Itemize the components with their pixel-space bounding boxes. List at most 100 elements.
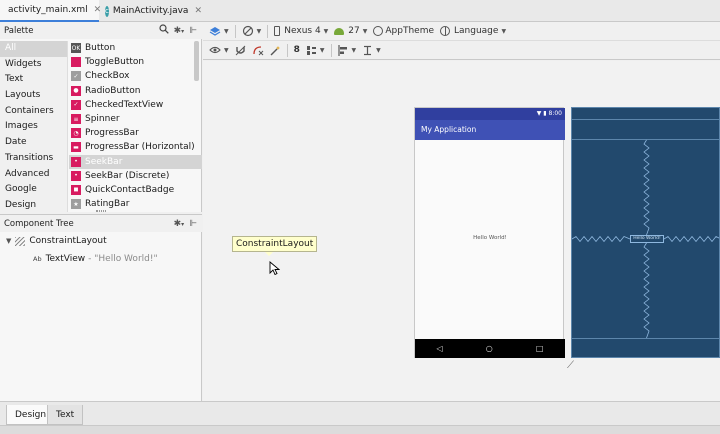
tooltip: ConstraintLayout xyxy=(232,236,318,252)
checkbox-icon: ✓ xyxy=(71,71,81,82)
design-canvas[interactable]: ConstraintLayout ▼ ▮ 8:00 My Application… xyxy=(203,61,720,401)
category-images[interactable]: Images xyxy=(0,119,67,135)
palette-item[interactable]: ▬ ProgressBar (Horizontal) xyxy=(69,140,202,154)
text-baseline-icon xyxy=(364,45,372,55)
infer-constraints-button[interactable] xyxy=(270,45,281,56)
palette-item[interactable]: ● RadioButton xyxy=(69,84,202,98)
android-icon xyxy=(334,27,345,35)
theme-label: AppTheme xyxy=(385,26,435,36)
progress-bar-icon: ◔ xyxy=(71,128,81,139)
palette-item[interactable]: ToggleButton xyxy=(69,55,202,69)
editor-tab-bar: activity_main.xml ✕ c MainActivity.java … xyxy=(0,0,720,22)
palette-item[interactable]: ◔ ProgressBar xyxy=(69,126,202,140)
magnet-off-icon xyxy=(235,45,245,55)
tooltip-arrow xyxy=(265,252,273,256)
align-button[interactable]: ▼ xyxy=(337,44,356,56)
category-text[interactable]: Text xyxy=(0,72,67,88)
design-toolbar: ▼ ▼ Nexus 4 ▼ 27 ▼ AppTheme Language ▼ xyxy=(203,22,720,41)
device-selector[interactable]: Nexus 4 ▼ xyxy=(274,26,328,36)
component-tree-panel: Component Tree ✱▾ ⊩ ▼ ConstraintLayout A… xyxy=(0,214,202,401)
palette-item[interactable]: ◼ QuickContactBadge xyxy=(69,183,202,197)
guidelines-button[interactable]: ▼ xyxy=(362,45,381,56)
view-options-button[interactable]: ▼ xyxy=(209,46,229,54)
theme-selector[interactable]: AppTheme xyxy=(373,26,434,36)
category-containers[interactable]: Containers xyxy=(0,104,67,120)
palette-title: Palette xyxy=(4,25,34,36)
tree-item-detail: - "Hello World!" xyxy=(88,254,158,264)
pack-icon xyxy=(306,45,316,55)
seekbar-icon: • xyxy=(71,156,81,167)
palette-item-label: QuickContactBadge xyxy=(85,184,175,195)
tab-main-activity-java[interactable]: c MainActivity.java ✕ xyxy=(101,0,202,22)
gear-icon[interactable]: ✱▾ xyxy=(174,219,185,229)
back-icon: ◁ xyxy=(436,344,443,353)
tree-item-textview[interactable]: Ab TextView - "Hello World!" xyxy=(33,254,158,264)
battery-icon: ▮ xyxy=(543,110,547,117)
blueprint-textview[interactable]: Hello World! xyxy=(630,235,664,243)
resize-handle-icon[interactable]: ⟋ xyxy=(567,360,574,371)
default-margin-selector[interactable]: 8 xyxy=(294,45,300,55)
palette-item[interactable]: • SeekBar (Discrete) xyxy=(69,169,202,183)
category-date[interactable]: Date xyxy=(0,135,67,151)
chevron-down-icon[interactable]: ▼ xyxy=(6,237,11,245)
close-icon[interactable]: ✕ xyxy=(194,6,202,16)
align-left-icon xyxy=(337,44,347,56)
constraint-toolbar: ▼ 8 ▼ ▼ ▼ xyxy=(203,41,720,60)
autoconnect-button[interactable] xyxy=(235,45,246,56)
language-label: Language xyxy=(454,26,499,36)
home-icon: ○ xyxy=(485,344,493,353)
device-preview[interactable]: ▼ ▮ 8:00 My Application Hello World! ◁ ○… xyxy=(414,107,565,358)
device-label: Nexus 4 xyxy=(284,26,321,36)
radio-button-icon: ● xyxy=(71,85,81,96)
category-layouts[interactable]: Layouts xyxy=(0,88,67,104)
category-design[interactable]: Design xyxy=(0,198,67,214)
hide-panel-icon[interactable]: ⊩ xyxy=(189,26,197,36)
category-widgets[interactable]: Widgets xyxy=(0,57,67,73)
toolbar-separator xyxy=(267,24,269,38)
java-class-icon: c xyxy=(105,5,109,17)
palette-widget-list: OK Button ToggleButton ✓ CheckBox ● RadioButto… xyxy=(69,41,202,212)
eye-icon xyxy=(209,46,221,54)
pack-button[interactable]: ▼ xyxy=(306,45,325,56)
palette-item[interactable]: ★ RatingBar xyxy=(69,197,202,211)
palette-item[interactable]: ✓ CheckBox xyxy=(69,69,202,83)
gear-icon[interactable]: ✱▾ xyxy=(174,26,185,36)
language-selector[interactable]: Language ▼ xyxy=(440,26,506,36)
api-level-label: 27 xyxy=(348,26,360,36)
toolbar-separator xyxy=(330,43,332,57)
palette-categories: All Widgets Text Layouts Containers Imag… xyxy=(0,41,68,212)
palette-item-label: RatingBar xyxy=(85,199,130,210)
orientation-button[interactable]: ▼ xyxy=(242,25,261,37)
button-icon: OK xyxy=(71,43,81,54)
category-transitions[interactable]: Transitions xyxy=(0,151,67,167)
palette-header: Palette ✱▾ ⊩ xyxy=(0,22,202,39)
palette-item[interactable]: ✓ CheckedTextView xyxy=(69,98,202,112)
api-level-selector[interactable]: 27 ▼ xyxy=(334,26,367,36)
category-advanced[interactable]: Advanced xyxy=(0,167,67,183)
search-icon[interactable] xyxy=(158,24,169,37)
hide-panel-icon[interactable]: ⊩ xyxy=(189,219,197,229)
quick-contact-badge-icon: ◼ xyxy=(71,184,81,195)
app-bar: My Application xyxy=(415,120,565,140)
tab-activity-main-xml[interactable]: activity_main.xml ✕ xyxy=(0,0,101,22)
layers-button[interactable]: ▼ xyxy=(209,26,229,37)
palette-item-label: ToggleButton xyxy=(85,57,145,68)
tree-item-label: ConstraintLayout xyxy=(29,236,107,246)
blueprint-preview[interactable]: Hello World! xyxy=(571,107,720,358)
palette-item-label: ProgressBar xyxy=(85,128,139,139)
palette-item-label: SeekBar (Discrete) xyxy=(85,170,170,181)
mouse-cursor-icon xyxy=(269,261,280,275)
tab-text[interactable]: Text xyxy=(47,405,84,425)
palette-item[interactable]: OK Button xyxy=(69,41,202,55)
tree-item-constraint-layout[interactable]: ▼ ConstraintLayout xyxy=(6,236,107,246)
clear-constraints-button[interactable] xyxy=(252,45,264,56)
hello-world-textview[interactable]: Hello World! xyxy=(415,235,565,241)
palette-item[interactable]: ≡ Spinner xyxy=(69,112,202,126)
seekbar-discrete-icon: • xyxy=(71,170,81,181)
tree-item-label: TextView xyxy=(45,254,86,264)
panel-splitter[interactable] xyxy=(96,210,106,212)
palette-scrollbar[interactable] xyxy=(194,41,199,81)
palette-item[interactable]: • SeekBar xyxy=(69,154,202,169)
category-google[interactable]: Google xyxy=(0,182,67,198)
category-all[interactable]: All xyxy=(0,41,67,57)
